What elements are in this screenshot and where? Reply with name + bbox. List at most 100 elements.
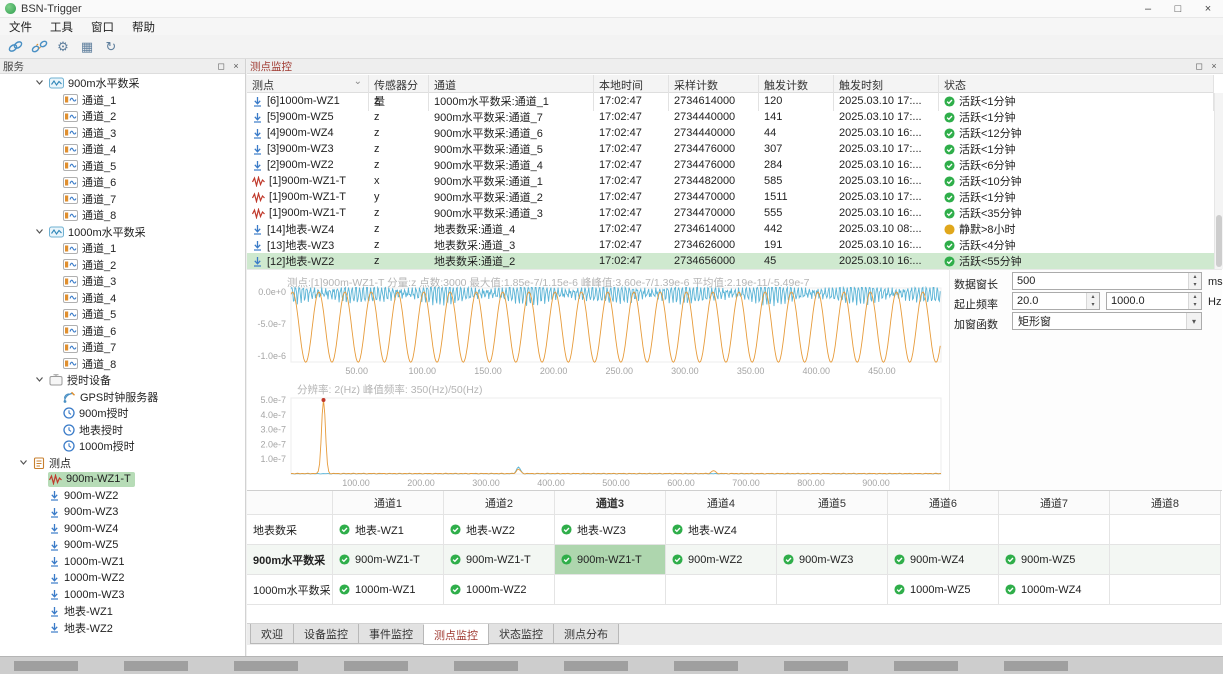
tree-item[interactable]: 900m水平数采 [0,75,245,92]
tree-expander-icon[interactable] [19,458,28,467]
menu-item-0[interactable]: 文件 [0,18,41,35]
grid-cell[interactable]: 1000m-WZ5 [888,575,999,605]
tree-item[interactable]: 1000m-WZ2 [0,570,245,587]
close-button[interactable]: × [1193,0,1223,17]
grid-column-header-2[interactable]: 通道3 [555,491,666,515]
spin-down-icon[interactable]: ▾ [1189,301,1201,309]
grid-cell[interactable]: 地表-WZ2 [444,515,555,545]
table-row[interactable]: [2]900m-WZ2z900m水平数采:通道_417:02:472734476… [247,157,1214,173]
close-panel-icon[interactable]: × [230,61,242,72]
freq-from-input[interactable] [1013,293,1086,309]
grid-cell[interactable] [1110,575,1221,605]
table-row[interactable]: [12]地表-WZ2z地表数采:通道_217:02:47273465600045… [247,253,1214,269]
grid-cell[interactable] [1110,515,1221,545]
column-header-4[interactable]: 采样计数 [669,75,759,111]
grid-cell[interactable]: 1000m-WZ2 [444,575,555,605]
tree-item[interactable]: 通道_5 [0,306,245,323]
table-scrollbar[interactable] [1214,93,1223,269]
grid-cell[interactable] [1110,545,1221,575]
table-row[interactable]: [1]900m-WZ1-Ty900m水平数采:通道_217:02:4727344… [247,189,1214,205]
grid-cell[interactable]: 900m-WZ1-T [444,545,555,575]
menu-item-3[interactable]: 帮助 [123,18,164,35]
tree-item[interactable]: 1000m-WZ3 [0,587,245,604]
table-row[interactable]: [5]900m-WZ5z900m水平数采:通道_717:02:472734440… [247,109,1214,125]
grid-cell[interactable]: 地表-WZ4 [666,515,777,545]
tree-item[interactable]: 测点 [0,455,245,472]
tree-item[interactable]: 通道_6 [0,174,245,191]
tree-item[interactable]: 通道_2 [0,108,245,125]
tree-item[interactable]: 1000m水平数采 [0,224,245,241]
freq-to-spinner[interactable]: ▴ ▾ [1188,293,1201,309]
grid-cell[interactable]: 1000m-WZ4 [999,575,1110,605]
taskbar-item[interactable] [564,661,628,671]
tab-2[interactable]: 事件监控 [358,624,424,644]
tree-item[interactable]: 通道_8 [0,356,245,373]
window-function-select[interactable]: 矩形窗 ▾ [1012,312,1202,330]
grid-cell[interactable]: 900m-WZ3 [777,545,888,575]
taskbar-item[interactable] [454,661,518,671]
taskbar-item[interactable] [124,661,188,671]
tree-item[interactable]: 通道_1 [0,240,245,257]
taskbar-item[interactable] [894,661,958,671]
tree-item[interactable]: 通道_3 [0,125,245,142]
column-header-5[interactable]: 触发计数 [759,75,834,111]
connect-icon[interactable] [4,37,26,57]
grid-cell[interactable] [888,515,999,545]
taskbar-item[interactable] [1004,661,1068,671]
grid-cell[interactable] [777,575,888,605]
taskbar-item[interactable] [344,661,408,671]
grid-cell[interactable] [777,515,888,545]
taskbar-item[interactable] [14,661,78,671]
float-panel-icon[interactable]: ◻ [215,61,227,72]
tree-item[interactable]: 900m-WZ2 [0,488,245,505]
maximize-button[interactable]: □ [1163,0,1193,17]
grid-column-header-1[interactable]: 通道2 [444,491,555,515]
table-row[interactable]: [1]900m-WZ1-Tx900m水平数采:通道_117:02:4727344… [247,173,1214,189]
tree-item[interactable]: 900m授时 [0,405,245,422]
tab-5[interactable]: 测点分布 [553,624,619,644]
float-panel-icon[interactable]: ◻ [1193,61,1205,72]
scrollbar-thumb[interactable] [1216,215,1222,267]
table-row[interactable]: [1]900m-WZ1-Tz900m水平数采:通道_317:02:4727344… [247,205,1214,221]
tree-item[interactable]: 900m-WZ1-T [0,471,245,488]
spin-up-icon[interactable]: ▴ [1189,273,1201,281]
spin-up-icon[interactable]: ▴ [1189,293,1201,301]
tree-item[interactable]: 通道_7 [0,339,245,356]
grid-cell[interactable]: 1000m-WZ1 [333,575,444,605]
tree-item[interactable]: 地表授时 [0,422,245,439]
menu-item-1[interactable]: 工具 [41,18,82,35]
tree-item[interactable]: 通道_1 [0,92,245,109]
tab-3[interactable]: 测点监控 [423,624,489,645]
tab-1[interactable]: 设备监控 [293,624,359,644]
tree-item[interactable]: 通道_7 [0,191,245,208]
column-header-6[interactable]: 触发时刻 [834,75,939,111]
spin-down-icon[interactable]: ▾ [1087,301,1099,309]
tree-item[interactable]: 地表-WZ2 [0,620,245,637]
table-row[interactable]: [14]地表-WZ4z地表数采:通道_417:02:47273461400044… [247,221,1214,237]
grid-cell[interactable]: 地表-WZ3 [555,515,666,545]
tree-item[interactable]: 1000m授时 [0,438,245,455]
tree-item[interactable]: 通道_8 [0,207,245,224]
grid-cell[interactable] [666,575,777,605]
taskbar-item[interactable] [234,661,298,671]
grid-cell[interactable] [999,515,1110,545]
grid-cell[interactable]: 900m-WZ1-T [555,545,666,575]
tree-item[interactable]: 地表-WZ1 [0,603,245,620]
spin-down-icon[interactable]: ▾ [1189,281,1201,289]
tree-expander-icon[interactable] [35,227,44,236]
refresh-icon[interactable]: ↻ [100,37,122,57]
tab-4[interactable]: 状态监控 [488,624,554,644]
tree-item[interactable]: 1000m-WZ1 [0,554,245,571]
tree-item[interactable]: 900m-WZ3 [0,504,245,521]
window-length-input[interactable] [1013,273,1188,289]
taskbar-item[interactable] [674,661,738,671]
column-header-1[interactable]: 传感器分量 [369,75,429,111]
disconnect-icon[interactable] [28,37,50,57]
minimize-button[interactable]: – [1133,0,1163,17]
tree-item[interactable]: 900m-WZ4 [0,521,245,538]
grid-cell[interactable]: 900m-WZ2 [666,545,777,575]
grid-column-header-4[interactable]: 通道5 [777,491,888,515]
tree-item[interactable]: 通道_3 [0,273,245,290]
grid-cell[interactable]: 900m-WZ1-T [333,545,444,575]
table-row[interactable]: [3]900m-WZ3z900m水平数采:通道_517:02:472734476… [247,141,1214,157]
